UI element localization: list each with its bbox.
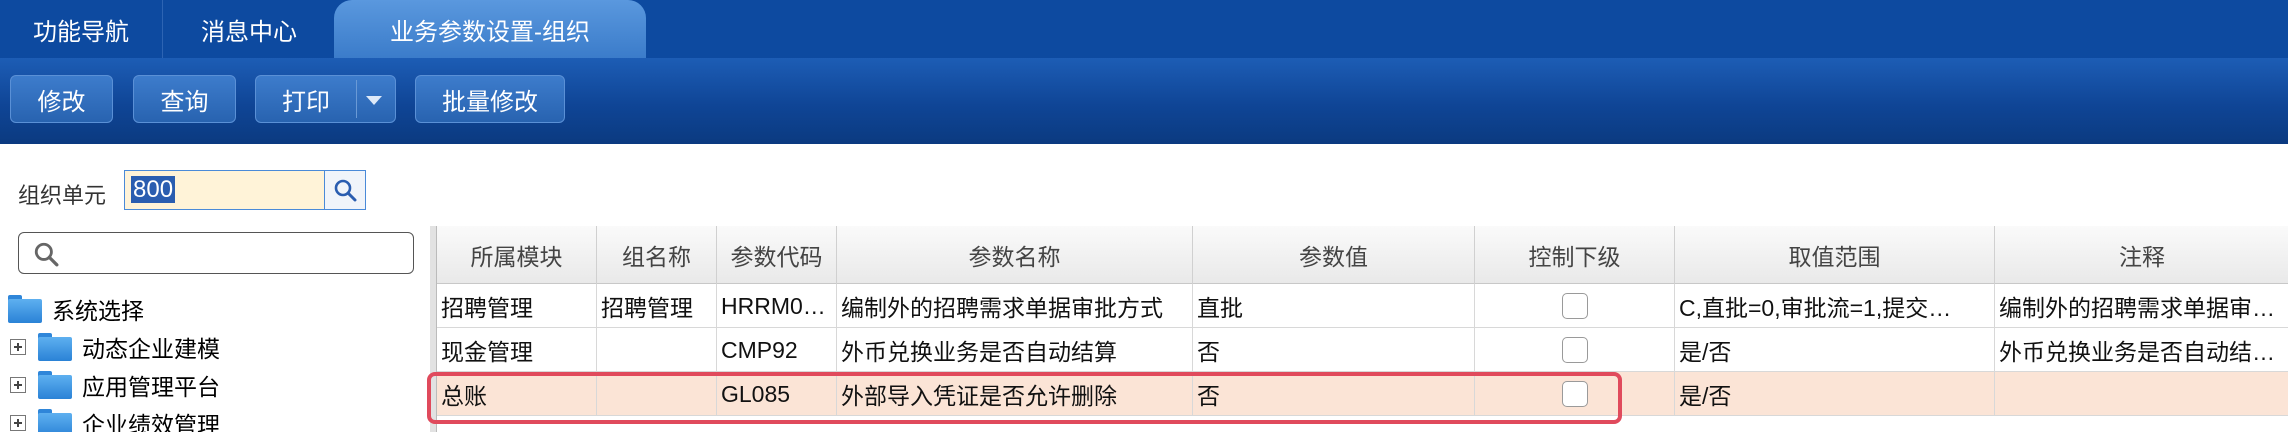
cell-code: GL085 (717, 372, 837, 416)
cell-name: 外部导入凭证是否允许删除 (837, 372, 1193, 416)
tree-item-label: 应用管理平台 (82, 374, 220, 400)
expand-plus-icon[interactable] (10, 377, 26, 393)
expand-plus-icon[interactable] (10, 415, 26, 431)
cell-range: 是/否 (1675, 328, 1995, 372)
tree-search-input[interactable] (18, 232, 414, 274)
folder-icon (8, 295, 42, 323)
column-header-control[interactable]: 控制下级 (1475, 226, 1675, 284)
edit-button[interactable]: 修改 (10, 75, 113, 123)
cell-value[interactable]: 直批 (1193, 284, 1475, 328)
cell-control (1475, 284, 1675, 328)
column-header-code[interactable]: 参数代码 (717, 226, 837, 284)
column-header-value[interactable]: 参数值 (1193, 226, 1475, 284)
cell-name: 编制外的招聘需求单据审批方式 (837, 284, 1193, 328)
tree-item-app-platform[interactable]: 应用管理平台 (10, 366, 220, 404)
cell-module: 总账 (437, 372, 597, 416)
tab-message-center[interactable]: 消息中心 (164, 0, 334, 58)
search-icon (334, 179, 357, 202)
control-sub-checkbox[interactable] (1561, 381, 1588, 407)
tree-root-label: 系统选择 (52, 298, 144, 324)
org-unit-input[interactable]: 800 (124, 170, 324, 210)
print-button-label: 打印 (282, 88, 330, 116)
chevron-down-icon[interactable] (366, 96, 382, 105)
tab-function-nav[interactable]: 功能导航 (0, 0, 163, 58)
batch-edit-button[interactable]: 批量修改 (415, 75, 565, 123)
column-header-name[interactable]: 参数名称 (837, 226, 1193, 284)
expand-plus-icon[interactable] (10, 339, 26, 355)
cell-code: CMP92 (717, 328, 837, 372)
cell-value[interactable]: 否 (1193, 372, 1475, 416)
cell-module: 招聘管理 (437, 284, 597, 328)
cell-note: 编制外的招聘需求单据审… (1999, 295, 2275, 321)
org-filter-bar: 组织单元 800 (0, 144, 2288, 226)
cell-group (597, 372, 717, 416)
param-table: 所属模块 组名称 参数代码 参数名称 参数值 控制下级 取值范围 注释 招聘管理… (436, 226, 2288, 432)
cell-control (1475, 328, 1675, 372)
tree-item-label: 企业绩效管理 (82, 412, 220, 432)
folder-icon (38, 371, 72, 399)
print-button[interactable]: 打印 (255, 75, 396, 123)
org-unit-value: 800 (131, 176, 176, 203)
column-header-range[interactable]: 取值范围 (1675, 226, 1995, 284)
column-header-group[interactable]: 组名称 (597, 226, 717, 284)
table-header: 所属模块 组名称 参数代码 参数名称 参数值 控制下级 取值范围 注释 (437, 226, 2288, 284)
search-icon (34, 242, 59, 267)
query-button[interactable]: 查询 (133, 75, 236, 123)
tree-item-dynamic-modeling[interactable]: 动态企业建模 (10, 328, 220, 366)
tree-root[interactable]: 系统选择 (8, 290, 144, 328)
folder-icon (38, 333, 72, 361)
cell-range: 是/否 (1675, 372, 1995, 416)
toolbar: 修改 查询 打印 批量修改 (0, 58, 2288, 144)
cell-group: 招聘管理 (597, 284, 717, 328)
tab-bar: 功能导航 消息中心 业务参数设置-组织 (0, 0, 2288, 58)
cell-note (1995, 372, 2288, 416)
split-divider (356, 80, 357, 118)
folder-icon (38, 409, 72, 432)
tab-business-params-org[interactable]: 业务参数设置-组织 (334, 0, 646, 58)
control-sub-checkbox[interactable] (1561, 337, 1588, 363)
module-tree-panel: 系统选择 动态企业建模 应用管理平台 企业绩效管理 (0, 226, 430, 432)
cell-code: HRRM0… (717, 284, 837, 328)
cell-name: 外币兑换业务是否自动结算 (837, 328, 1193, 372)
cell-range: C,直批=0,审批流=1,提交… (1675, 284, 1995, 328)
column-header-note[interactable]: 注释 (1995, 226, 2288, 284)
cell-module: 现金管理 (437, 328, 597, 372)
tree-item-label: 动态企业建模 (82, 336, 220, 362)
control-sub-checkbox[interactable] (1561, 293, 1588, 319)
cell-value[interactable]: 否 (1193, 328, 1475, 372)
cell-note: 外币兑换业务是否自动结… (1999, 339, 2275, 365)
table-row[interactable]: 招聘管理 招聘管理 HRRM0… 编制外的招聘需求单据审批方式 直批 C,直批=… (437, 284, 2288, 328)
table-row-selected[interactable]: 总账 GL085 外部导入凭证是否允许删除 否 是/否 (437, 372, 2288, 416)
cell-group (597, 328, 717, 372)
org-search-button[interactable] (324, 170, 366, 210)
table-row[interactable]: 现金管理 CMP92 外币兑换业务是否自动结算 否 是/否 外币兑换业务是否自动… (437, 328, 2288, 372)
tree-item-performance[interactable]: 企业绩效管理 (10, 404, 220, 432)
org-unit-label: 组织单元 (18, 183, 107, 208)
column-header-module[interactable]: 所属模块 (437, 226, 597, 284)
cell-control (1475, 372, 1675, 416)
